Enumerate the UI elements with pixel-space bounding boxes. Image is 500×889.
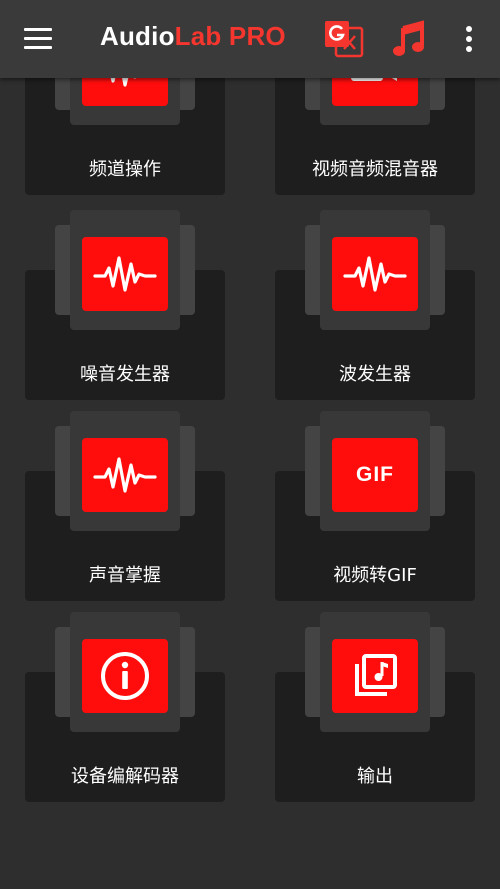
google-translate-icon[interactable] — [322, 18, 366, 60]
tile-label: 视频转GIF — [333, 565, 417, 586]
app-title-part1: Audio — [100, 21, 175, 51]
tile-noise-generator[interactable]: 噪音发生器 — [25, 210, 225, 400]
gif-icon-text: GIF — [356, 463, 394, 486]
tile-video-to-gif[interactable]: GIF 视频转GIF — [275, 411, 475, 601]
gif-icon: GIF — [332, 438, 418, 512]
tile-label: 频道操作 — [89, 159, 161, 180]
info-icon — [82, 639, 168, 713]
app-bar: AudioLab PRO — [0, 0, 500, 78]
waveform-icon — [82, 237, 168, 311]
app-title-part2: Lab PRO — [174, 21, 286, 51]
tile-wave-generator[interactable]: 波发生器 — [275, 210, 475, 400]
app-title: AudioLab PRO — [100, 21, 286, 52]
music-note-icon[interactable] — [392, 20, 428, 58]
tile-label: 输出 — [357, 766, 393, 787]
waveform-icon — [82, 438, 168, 512]
music-library-icon — [332, 639, 418, 713]
tile-label: 波发生器 — [339, 364, 411, 385]
tile-output[interactable]: 输出 — [275, 612, 475, 802]
hamburger-menu-icon[interactable] — [24, 28, 52, 50]
waveform-icon — [332, 237, 418, 311]
tile-label: 噪音发生器 — [80, 364, 170, 385]
more-vertical-icon[interactable] — [458, 24, 480, 54]
tile-label: 设备编解码器 — [71, 766, 179, 787]
tile-label: 声音掌握 — [89, 565, 161, 586]
tile-label: 视频音频混音器 — [312, 159, 438, 180]
tile-sound-mastering[interactable]: 声音掌握 — [25, 411, 225, 601]
tile-device-codecs[interactable]: 设备编解码器 — [25, 612, 225, 802]
